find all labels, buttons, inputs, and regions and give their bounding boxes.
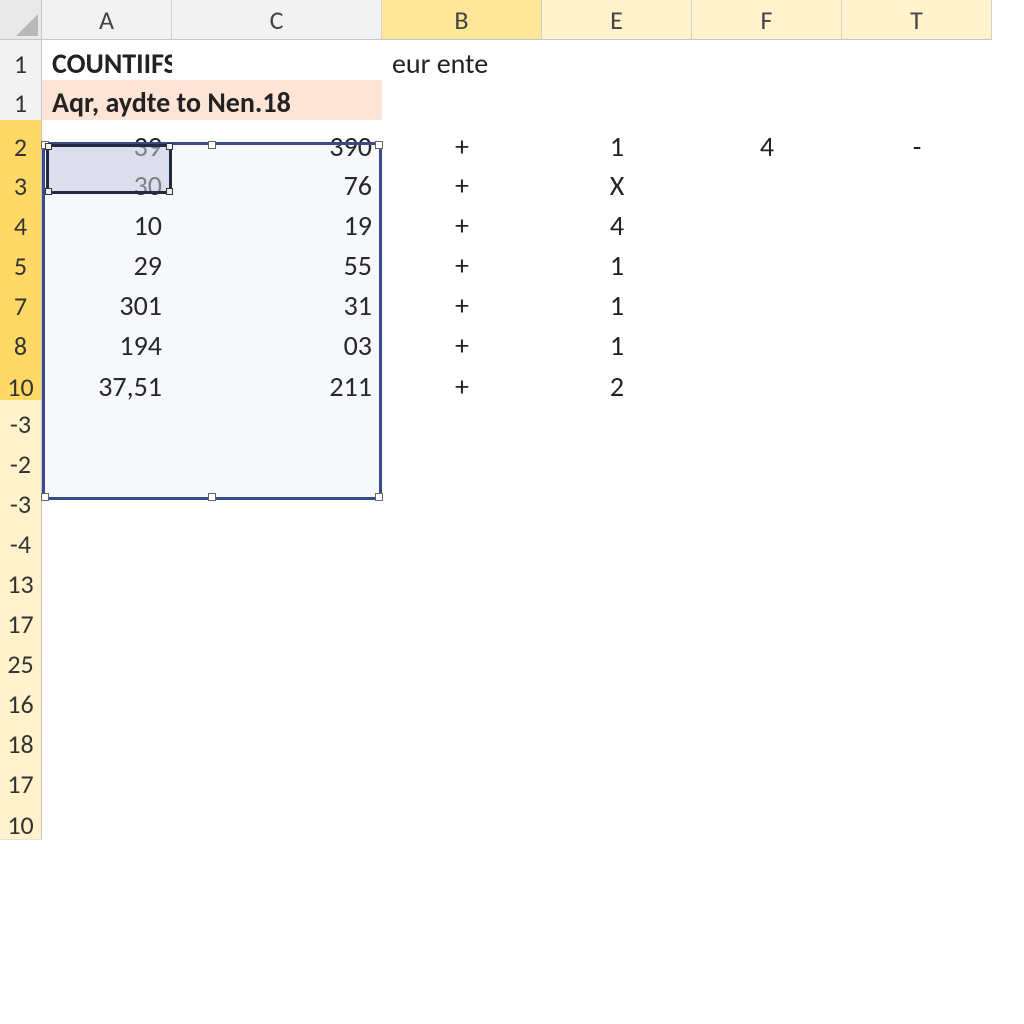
- col-header[interactable]: B: [382, 0, 542, 40]
- spreadsheet[interactable]: A C B E F T 1COUNTIIFSeur ente1Aqr, aydt…: [0, 0, 1024, 1024]
- cell[interactable]: [842, 800, 992, 840]
- cell[interactable]: [542, 800, 692, 840]
- col-header[interactable]: A: [42, 0, 172, 40]
- row-header[interactable]: 10: [0, 800, 42, 840]
- cell[interactable]: [382, 800, 542, 840]
- cell[interactable]: [42, 800, 172, 840]
- cell[interactable]: [692, 800, 842, 840]
- col-header[interactable]: T: [842, 0, 992, 40]
- select-all-corner[interactable]: [0, 0, 42, 40]
- col-header[interactable]: E: [542, 0, 692, 40]
- cell[interactable]: [172, 800, 382, 840]
- col-header[interactable]: C: [172, 0, 382, 40]
- col-header[interactable]: F: [692, 0, 842, 40]
